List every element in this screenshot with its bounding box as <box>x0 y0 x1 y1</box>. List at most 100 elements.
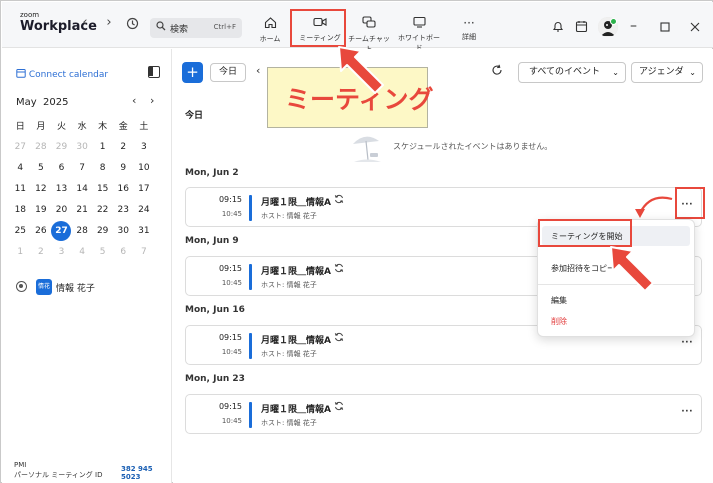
event-end-time: 10:45 <box>221 210 242 218</box>
calendar-day[interactable]: 15 <box>92 184 113 194</box>
calendar-day[interactable]: 30 <box>72 142 93 152</box>
calendar-day[interactable]: 4 <box>72 247 93 257</box>
add-event-button[interactable]: + <box>182 62 203 83</box>
calendar-day[interactable]: 22 <box>92 205 113 215</box>
calendar-day-number: 17 <box>138 183 150 194</box>
calendar-day[interactable]: 6 <box>51 163 72 173</box>
calendar-day[interactable]: 18 <box>10 205 31 215</box>
calendar-day-number: 22 <box>96 204 109 215</box>
search-input[interactable]: 検索 Ctrl+F <box>150 18 242 38</box>
calendar-day[interactable]: 8 <box>92 163 113 173</box>
calendar-day[interactable]: 12 <box>31 184 52 194</box>
calendar-day[interactable]: 7 <box>72 163 93 173</box>
calendar-day[interactable]: 10 <box>134 163 155 173</box>
calendar-day[interactable]: 26 <box>31 226 52 236</box>
calendar-week: 4 5 6 7 8 9 10 <box>10 157 166 178</box>
maximize-icon[interactable] <box>660 21 670 36</box>
calendar-day-number: 28 <box>76 225 88 236</box>
calendar-day[interactable]: 30 <box>113 226 134 236</box>
calendar-day[interactable]: 29 <box>92 226 113 236</box>
minimize-icon[interactable]: – <box>630 18 637 34</box>
calendar-app-icon[interactable] <box>575 20 588 37</box>
event-host: ホスト: 情報 花子 <box>261 281 317 289</box>
calendar-day[interactable]: 1 <box>10 247 31 257</box>
day-heading: Mon, Jun 2 <box>185 168 239 178</box>
calendar-day[interactable]: 3 <box>51 247 72 257</box>
calendar-day[interactable]: 17 <box>134 184 155 194</box>
event-host: ホスト: 情報 花子 <box>261 419 317 427</box>
bell-icon[interactable] <box>552 20 564 37</box>
calendar-day[interactable]: 1 <box>92 142 113 152</box>
back-arrow-icon[interactable]: ‹ <box>76 15 94 30</box>
calendar-day-number: 3 <box>140 141 147 152</box>
calendar-day[interactable]: 28 <box>31 142 52 152</box>
tab-whiteboard[interactable]: ホワイトボード <box>397 16 441 53</box>
weekday-header: 土 <box>139 122 149 132</box>
tab-home[interactable]: ホーム <box>258 16 282 44</box>
calendar-day[interactable]: 5 <box>31 163 52 173</box>
calendar-day[interactable]: 19 <box>31 205 52 215</box>
calendar-day[interactable]: 21 <box>72 205 93 215</box>
chevron-down-icon: ⌄ <box>612 68 619 77</box>
calendar-day[interactable]: 13 <box>51 184 72 194</box>
prev-week-icon[interactable]: ‹ <box>256 64 260 77</box>
history-icon[interactable] <box>123 17 141 33</box>
month-year: 2025 <box>43 97 69 108</box>
calendar-day-number: 18 <box>14 204 27 215</box>
today-button[interactable]: 今日 <box>210 63 246 82</box>
calendar-day[interactable]: 29 <box>51 142 72 152</box>
sidebar-toggle-icon[interactable] <box>148 66 160 78</box>
forward-arrow-icon[interactable]: › <box>100 15 118 30</box>
calendar-day[interactable]: 2 <box>31 247 52 257</box>
weekday-header: 火 <box>56 122 66 132</box>
menu-delete[interactable]: 削除 <box>551 316 567 327</box>
event-start-time: 09:15 <box>218 264 242 273</box>
calendar-day[interactable]: 24 <box>134 205 155 215</box>
tab-more[interactable]: ··· 詳細 <box>458 16 480 42</box>
calendar-day[interactable]: 2 <box>113 142 134 152</box>
calendar-day[interactable]: 27 <box>10 142 31 152</box>
calendar-day[interactable]: 14 <box>72 184 93 194</box>
calendar-day-number: 30 <box>76 141 88 152</box>
event-end-time: 10:45 <box>221 279 242 287</box>
calendar-day[interactable]: 5 <box>92 247 113 257</box>
radio-icon[interactable] <box>16 281 27 292</box>
calendar-day[interactable]: 3 <box>134 142 155 152</box>
event-more-button[interactable]: ··· <box>681 407 693 417</box>
calendar-day-number: 23 <box>117 204 129 215</box>
calendar-day[interactable]: 11 <box>10 184 31 194</box>
recurring-icon <box>334 263 344 276</box>
pmi-number[interactable]: 382 945 5023 <box>121 465 171 481</box>
event-start-time: 09:15 <box>218 333 242 342</box>
calendar-day[interactable]: 23 <box>113 205 134 215</box>
calendar-day[interactable]: 7 <box>134 247 155 257</box>
calendar-day[interactable]: 4 <box>10 163 31 173</box>
calendar-day[interactable]: 16 <box>113 184 134 194</box>
beach-umbrella-icon <box>349 133 385 165</box>
app-window: zoom Workplace ‹ › 検索 Ctrl+F ホーム ミーティング <box>0 0 713 483</box>
calendar-week: 25 26 27 28 29 30 31 <box>10 220 166 241</box>
event-filter-dropdown[interactable]: すべてのイベント ⌄ <box>518 62 626 83</box>
view-dropdown[interactable]: アジェンダ ⌄ <box>631 62 703 83</box>
menu-edit[interactable]: 編集 <box>551 295 567 306</box>
calendar-day[interactable]: 25 <box>10 226 31 236</box>
close-icon[interactable] <box>690 21 700 36</box>
event-start-time: 09:15 <box>218 402 242 411</box>
calendar-day[interactable]: 6 <box>113 247 134 257</box>
calendar-day-number: 2 <box>120 141 127 152</box>
calendar-day[interactable]: 31 <box>134 226 155 236</box>
calendar-day[interactable]: 28 <box>72 226 93 236</box>
event-more-button[interactable]: ··· <box>681 338 693 348</box>
prev-month-icon[interactable]: ‹ <box>132 94 136 107</box>
calendar-day-number: 12 <box>35 183 47 194</box>
event-card[interactable]: 09:15 10:45 月曜１限＿情報A ホスト: 情報 花子 ··· <box>185 394 702 434</box>
connect-calendar-link[interactable]: Connect calendar <box>16 68 108 80</box>
calendar-day-number: 15 <box>96 183 109 194</box>
search-placeholder: 検索 <box>170 25 189 35</box>
calendar-day[interactable]: 20 <box>51 205 72 215</box>
refresh-icon[interactable] <box>491 64 503 79</box>
calendar-day[interactable]: 9 <box>113 163 134 173</box>
event-host: ホスト: 情報 花子 <box>261 350 317 358</box>
next-month-icon[interactable]: › <box>150 94 154 107</box>
calendar-day-selected[interactable]: 27 <box>51 220 72 241</box>
